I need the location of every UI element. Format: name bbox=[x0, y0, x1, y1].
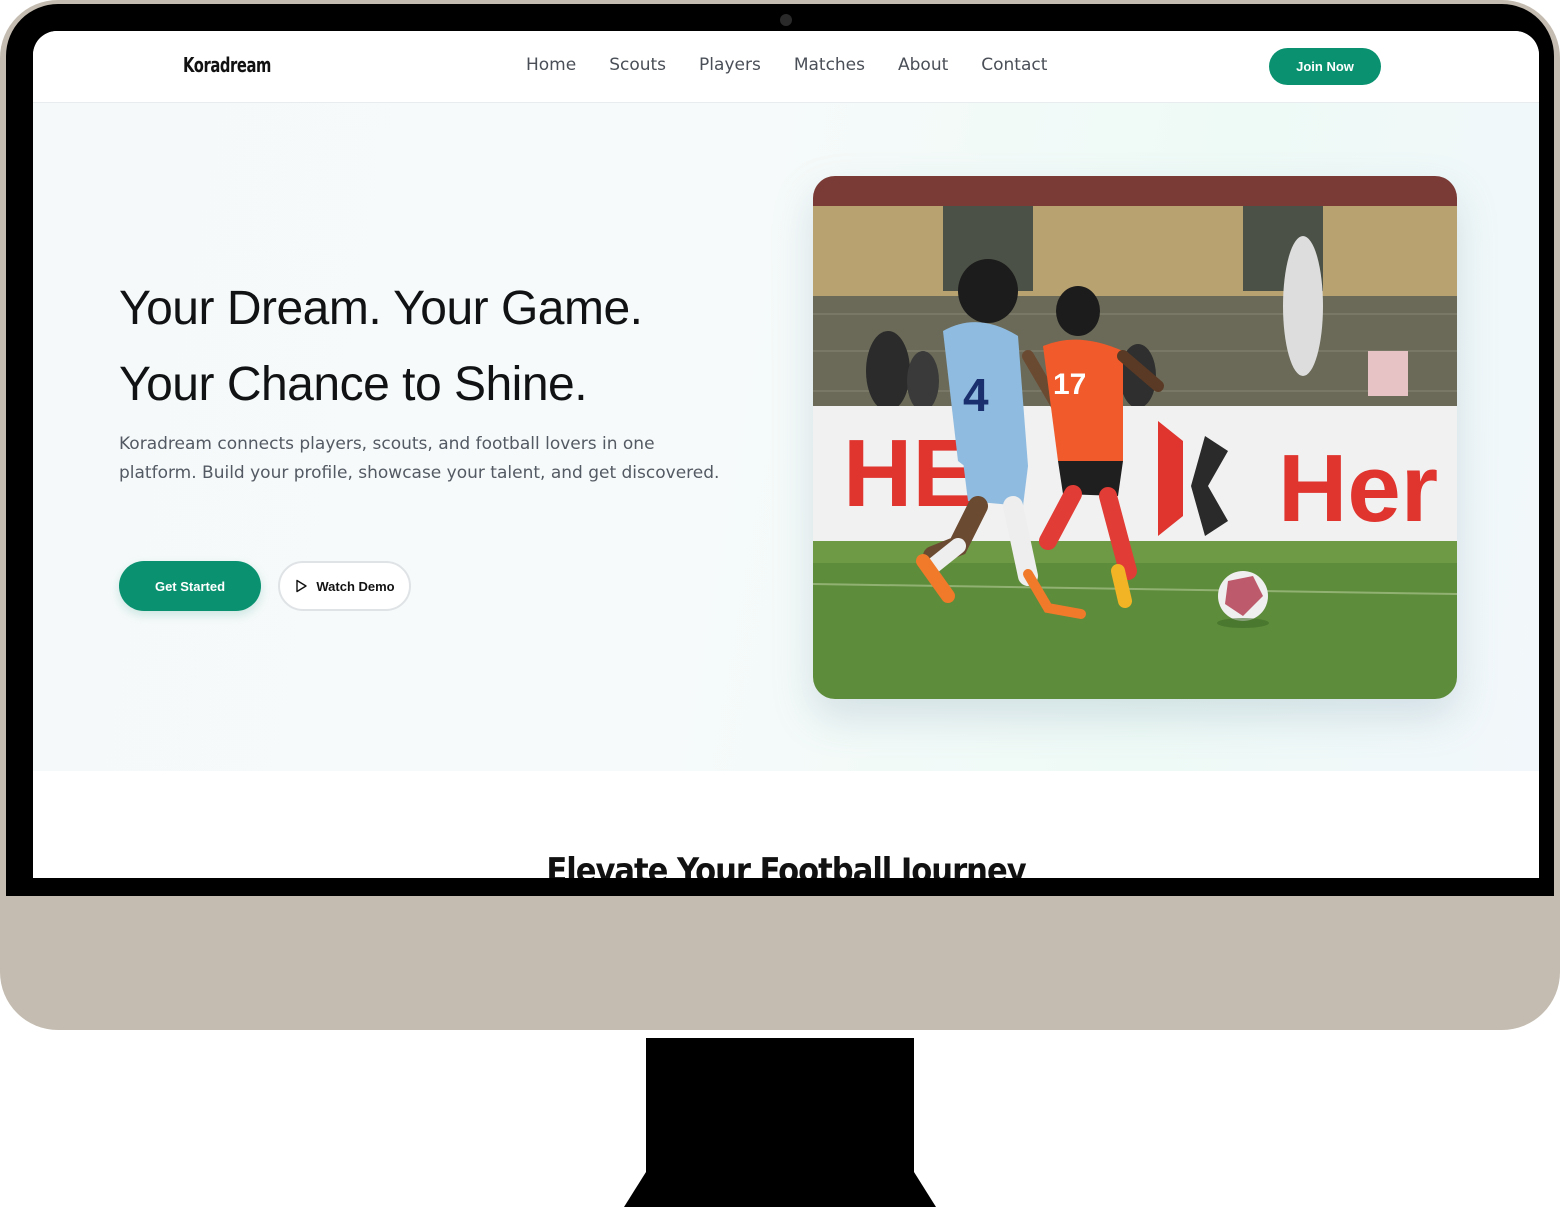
hero-title: Your Dream. Your Game. Your Chance to Sh… bbox=[119, 271, 643, 423]
monitor-stand bbox=[646, 1038, 914, 1178]
hero-title-line-1: Your Dream. Your Game. bbox=[119, 282, 643, 335]
hero-section: Your Dream. Your Game. Your Chance to Sh… bbox=[33, 103, 1539, 771]
get-started-button[interactable]: Get Started bbox=[119, 561, 261, 611]
nav-link-players[interactable]: Players bbox=[699, 55, 761, 75]
hero-description: Koradream connects players, scouts, and … bbox=[119, 434, 720, 483]
hero-photo: HE Her 4 17 bbox=[813, 176, 1457, 699]
navbar: Koradream Home Scouts Players Matches Ab… bbox=[33, 31, 1539, 103]
watch-demo-label: Watch Demo bbox=[316, 578, 395, 594]
nav-link-scouts[interactable]: Scouts bbox=[609, 55, 666, 75]
nav-link-contact[interactable]: Contact bbox=[981, 55, 1047, 75]
nav-link-matches[interactable]: Matches bbox=[794, 55, 865, 75]
monitor-screen: Koradream Home Scouts Players Matches Ab… bbox=[33, 31, 1539, 878]
monitor-frame: Koradream Home Scouts Players Matches Ab… bbox=[0, 0, 1560, 1030]
section-title: Elevate Your Football Journey bbox=[546, 851, 1026, 878]
nav-link-home[interactable]: Home bbox=[526, 55, 576, 75]
camera-icon bbox=[780, 14, 792, 26]
player-right-number: 17 bbox=[1053, 368, 1086, 401]
monitor-stand-base bbox=[624, 1172, 936, 1207]
nav-link-about[interactable]: About bbox=[898, 55, 948, 75]
watch-demo-button[interactable]: Watch Demo bbox=[278, 561, 411, 611]
brand-logo[interactable]: Koradream bbox=[183, 53, 271, 77]
join-now-button[interactable]: Join Now bbox=[1269, 48, 1381, 85]
football-match-photo: HE Her 4 17 bbox=[813, 176, 1457, 699]
hero-title-line-2: Your Chance to Shine. bbox=[119, 358, 588, 411]
monitor-bezel: Koradream Home Scouts Players Matches Ab… bbox=[6, 4, 1554, 896]
play-icon bbox=[296, 579, 308, 593]
player-left-number: 4 bbox=[963, 369, 989, 421]
main-nav: Home Scouts Players Matches About Contac… bbox=[526, 55, 1080, 75]
board-text-right: Her bbox=[1278, 435, 1438, 542]
